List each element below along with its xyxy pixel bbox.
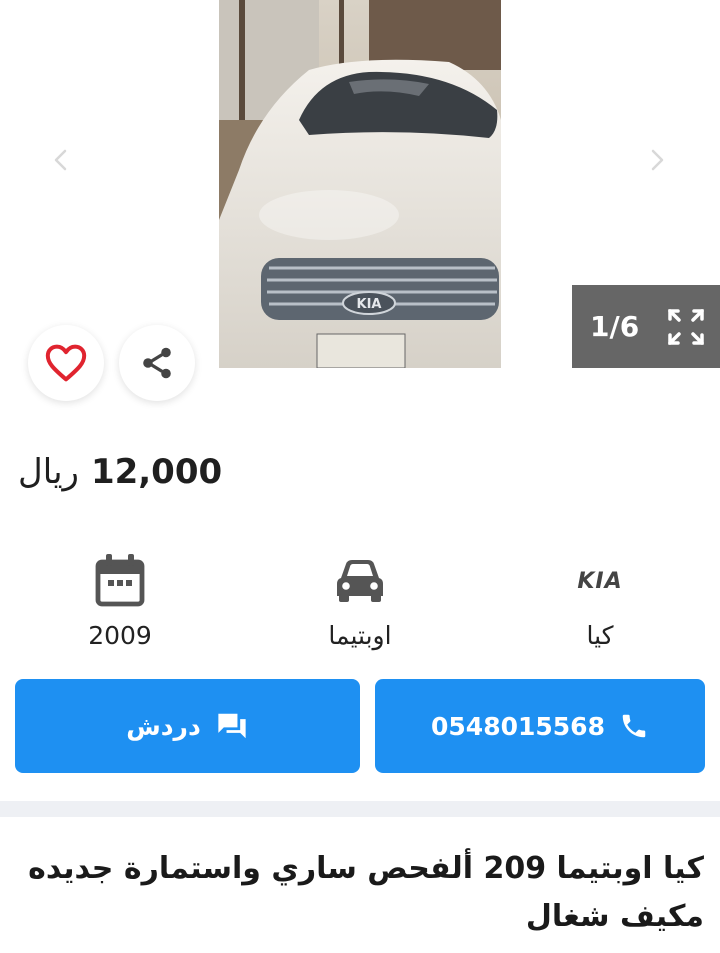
price-currency: ريال: [18, 452, 79, 492]
spec-model-value: اوبتيما: [328, 621, 392, 650]
phone-number: 0548015568: [431, 711, 605, 741]
chat-icon: [218, 713, 246, 739]
calendar-icon: [95, 554, 145, 607]
svg-text:KIA: KIA: [577, 569, 622, 591]
spec-make: KIA كيا: [500, 545, 700, 650]
chevron-left-icon: [54, 149, 67, 171]
image-counter[interactable]: 1/6: [572, 285, 720, 368]
image-gallery[interactable]: KIA 1/6: [0, 0, 720, 368]
spec-year: 2009: [20, 545, 220, 650]
section-divider: [0, 801, 720, 817]
share-icon: [143, 347, 171, 379]
share-button[interactable]: [119, 325, 195, 401]
car-photo-image: KIA: [219, 0, 501, 368]
spec-model: اوبتيما: [260, 545, 460, 650]
spec-make-value: كيا: [586, 621, 614, 650]
kia-logo: KIA: [577, 569, 622, 591]
call-button[interactable]: 0548015568: [375, 679, 705, 773]
price-value: 12,000: [90, 452, 223, 492]
heart-icon: [45, 344, 87, 382]
car-photo[interactable]: KIA: [219, 0, 501, 368]
chat-button[interactable]: دردش: [15, 679, 360, 773]
chat-button-label: دردش: [126, 711, 201, 741]
spec-year-value: 2009: [88, 621, 152, 650]
listing-description: كيا اوبتيما 209 ألفحص ساري واستمارة جديد…: [28, 851, 704, 934]
image-counter-text: 1/6: [590, 310, 640, 343]
fullscreen-icon[interactable]: [666, 307, 706, 347]
next-image-button[interactable]: [640, 143, 674, 177]
phone-icon: [622, 714, 646, 738]
favorite-button[interactable]: [28, 325, 104, 401]
price: 12,000 ريال: [18, 452, 222, 492]
svg-text:KIA: KIA: [357, 297, 382, 312]
car-icon: [337, 560, 383, 602]
chevron-right-icon: [651, 149, 664, 171]
previous-image-button[interactable]: [44, 143, 78, 177]
